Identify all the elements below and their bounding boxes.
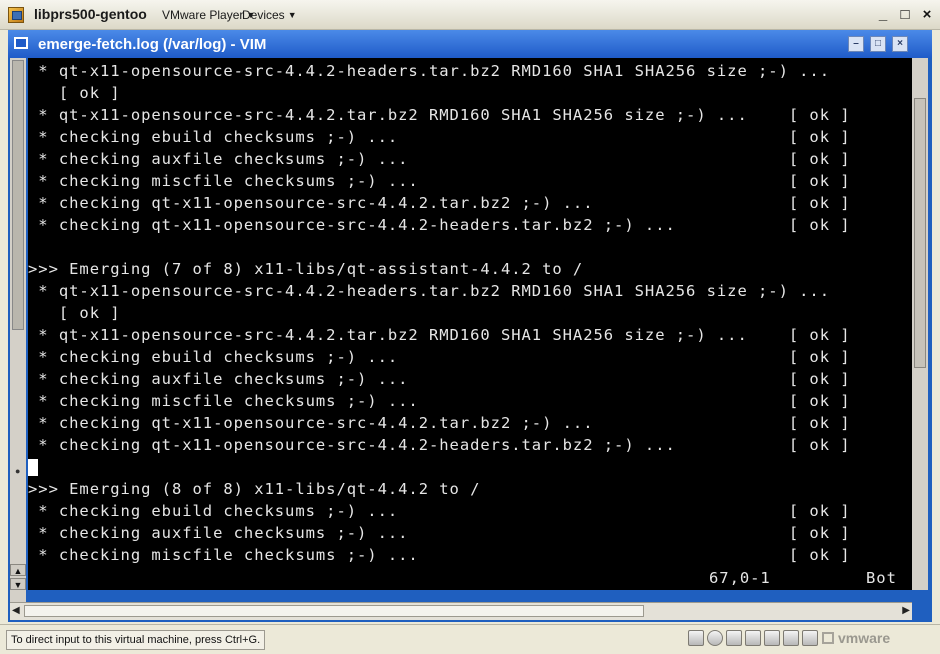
printer-icon[interactable] xyxy=(802,630,818,646)
vim-title: emerge-fetch.log (/var/log) - VIM xyxy=(38,36,267,53)
floppy-icon[interactable] xyxy=(726,630,742,646)
buffer-line: * checking auxfile checksums ;-) ... [ o… xyxy=(28,524,851,542)
input-hint: To direct input to this virtual machine,… xyxy=(6,630,266,650)
window-icon xyxy=(14,37,28,49)
buffer-line: * checking auxfile checksums ;-) ... [ o… xyxy=(28,150,851,168)
device-icon-tray xyxy=(688,630,818,648)
scroll-left-arrow-icon[interactable]: ◀ xyxy=(12,605,20,616)
maximize-button[interactable]: □ xyxy=(896,6,914,24)
buffer-line: * checking miscfile checksums ;-) ... [ … xyxy=(28,392,851,410)
vmware-titlebar: libprs500-gentoo VMware Player ▼ Devices ▼… xyxy=(0,0,940,30)
vim-titlebar: emerge-fetch.log (/var/log) - VIM – □ × xyxy=(8,30,932,58)
buffer-line: [ ok ] xyxy=(28,84,121,102)
network-icon[interactable] xyxy=(745,630,761,646)
scroll-marker-icon: ● xyxy=(15,466,21,476)
minimize-button[interactable]: _ xyxy=(874,6,892,24)
horizontal-scrollbar-thumb[interactable] xyxy=(24,605,644,617)
left-scrollbar-thumb[interactable] xyxy=(12,60,24,330)
buffer-line: * checking miscfile checksums ;-) ... [ … xyxy=(28,546,851,564)
close-button[interactable]: × xyxy=(918,6,936,24)
buffer-line: * checking auxfile checksums ;-) ... [ o… xyxy=(28,370,851,388)
right-scrollbar-thumb[interactable] xyxy=(914,98,926,368)
devices-menu[interactable]: Devices ▼ xyxy=(242,8,297,22)
buffer-line: * qt-x11-opensource-src-4.4.2.tar.bz2 RM… xyxy=(28,326,851,344)
buffer-lines: * qt-x11-opensource-src-4.4.2-headers.ta… xyxy=(28,60,912,566)
buffer-line xyxy=(28,456,912,478)
scroll-up-arrow-icon[interactable]: ▲ xyxy=(10,564,26,576)
cursor-position: 67,0-1 xyxy=(709,569,771,587)
vim-minimize-button[interactable]: – xyxy=(848,36,864,52)
buffer-line xyxy=(28,236,912,258)
buffer-line: * qt-x11-opensource-src-4.4.2-headers.ta… xyxy=(28,282,830,300)
buffer-line: * checking miscfile checksums ;-) ... [ … xyxy=(28,172,851,190)
horizontal-scrollbar[interactable]: ◀ ▶ xyxy=(10,602,912,620)
vim-maximize-button[interactable]: □ xyxy=(870,36,886,52)
buffer-line: >>> Emerging (7 of 8) x11-libs/qt-assist… xyxy=(28,260,584,278)
buffer-line: [ ok ] xyxy=(28,304,121,322)
buffer-line: * checking ebuild checksums ;-) ... [ ok… xyxy=(28,348,851,366)
buffer-line: * checking qt-x11-opensource-src-4.4.2.t… xyxy=(28,414,851,432)
vim-close-button[interactable]: × xyxy=(892,36,908,52)
scroll-down-arrow-icon[interactable]: ▼ xyxy=(10,578,26,590)
hard-disk-icon[interactable] xyxy=(688,630,704,646)
buffer-line: >>> Emerging (8 of 8) x11-libs/qt-4.4.2 … xyxy=(28,480,481,498)
vim-ruler: 67,0-1 Bot xyxy=(28,567,912,589)
vm-name: libprs500-gentoo xyxy=(34,6,147,22)
scroll-position: Bot xyxy=(866,569,897,587)
buffer-line: * checking qt-x11-opensource-src-4.4.2-h… xyxy=(28,216,851,234)
vim-window[interactable]: emerge-fetch.log (/var/log) - VIM – □ × … xyxy=(8,30,932,622)
buffer-line: * qt-x11-opensource-src-4.4.2.tar.bz2 RM… xyxy=(28,106,851,124)
text-cursor xyxy=(28,459,38,476)
buffer-line: * checking ebuild checksums ;-) ... [ ok… xyxy=(28,128,851,146)
scroll-right-arrow-icon[interactable]: ▶ xyxy=(902,605,910,616)
buffer-line: * checking ebuild checksums ;-) ... [ ok… xyxy=(28,502,851,520)
chevron-down-icon: ▼ xyxy=(287,10,297,20)
buffer-line: * checking qt-x11-opensource-src-4.4.2.t… xyxy=(28,194,851,212)
left-scrollbar[interactable]: ● ▲ ▼ xyxy=(10,58,26,618)
buffer-line: * qt-x11-opensource-src-4.4.2-headers.ta… xyxy=(28,62,830,80)
vmware-app-icon xyxy=(8,7,24,23)
cd-drive-icon[interactable] xyxy=(707,630,723,646)
sound-icon[interactable] xyxy=(764,630,780,646)
vim-buffer[interactable]: * qt-x11-opensource-src-4.4.2-headers.ta… xyxy=(28,58,912,590)
vmware-status-bar: To direct input to this virtual machine,… xyxy=(0,624,940,654)
vmware-logo: vmware xyxy=(822,630,890,646)
usb-icon[interactable] xyxy=(783,630,799,646)
buffer-line: * checking qt-x11-opensource-src-4.4.2-h… xyxy=(28,436,851,454)
vmware-logo-icon xyxy=(822,632,834,644)
right-scrollbar[interactable] xyxy=(912,58,928,590)
